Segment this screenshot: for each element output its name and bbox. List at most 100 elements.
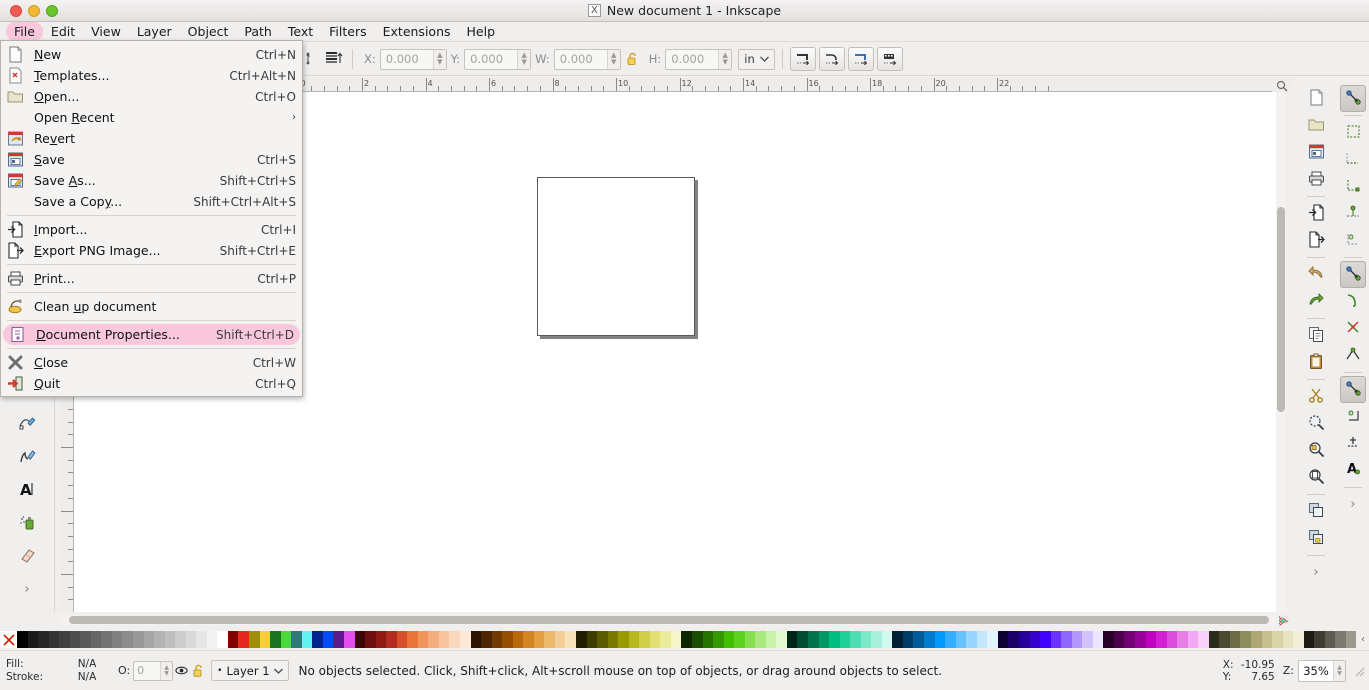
export-png-button[interactable] — [1303, 227, 1329, 254]
palette-swatch[interactable] — [386, 631, 397, 648]
palette-swatch[interactable] — [133, 631, 144, 648]
palette-swatch[interactable] — [227, 631, 239, 648]
snap-path-intersections-button[interactable] — [1340, 315, 1366, 342]
palette-prev-arrow[interactable]: ‹ — [1357, 631, 1369, 648]
palette-swatch[interactable] — [322, 631, 334, 648]
palette-swatch[interactable] — [797, 631, 809, 648]
palette-swatch[interactable] — [111, 631, 123, 648]
palette-swatch[interactable] — [607, 631, 619, 648]
menu-item-clean-up-document[interactable]: Clean up document — [1, 296, 302, 317]
palette-swatch[interactable] — [1092, 631, 1104, 648]
eye-icon[interactable] — [173, 660, 190, 682]
palette-swatch[interactable] — [407, 631, 418, 648]
menu-view[interactable]: View — [83, 22, 129, 41]
copy-button[interactable] — [1303, 322, 1329, 349]
snap-bounding-box-button[interactable] — [1340, 119, 1366, 146]
spray-tool[interactable] — [10, 507, 44, 540]
snap-bbox-centers-button[interactable] — [1340, 227, 1366, 254]
palette-swatch[interactable] — [502, 631, 513, 648]
vertical-scroll-thumb[interactable] — [1277, 207, 1285, 412]
palette-swatch[interactable] — [808, 631, 819, 648]
palette-swatch[interactable] — [850, 631, 861, 648]
palette-swatch[interactable] — [312, 631, 323, 648]
snap-object-centers-button[interactable] — [1340, 403, 1366, 430]
palette-swatch[interactable] — [122, 631, 134, 648]
palette-swatch[interactable] — [1145, 631, 1157, 648]
palette-swatch[interactable] — [1324, 631, 1336, 648]
palette-swatch[interactable] — [396, 631, 408, 648]
palette-swatch[interactable] — [343, 631, 355, 648]
palette-swatch[interactable] — [238, 631, 250, 648]
palette-swatch[interactable] — [185, 631, 197, 648]
palette-swatch[interactable] — [1166, 631, 1178, 648]
palette-swatch[interactable] — [966, 631, 977, 648]
palette-swatch[interactable] — [80, 631, 91, 648]
zoom-page-button[interactable] — [1303, 464, 1329, 491]
snap-others-button[interactable] — [1340, 376, 1366, 403]
palette-swatch[interactable] — [375, 631, 387, 648]
palette-swatch[interactable] — [734, 631, 745, 648]
palette-swatch[interactable] — [1282, 631, 1294, 648]
snap-page-border-button[interactable] — [1340, 430, 1366, 457]
palette-swatch[interactable] — [164, 631, 176, 648]
palette-swatch[interactable] — [196, 631, 207, 648]
menu-item-export-png-image[interactable]: Export PNG Image... Shift+Ctrl+E — [1, 240, 302, 261]
affect-rounded-corners-toggle[interactable] — [818, 47, 845, 71]
menu-help[interactable]: Help — [459, 22, 504, 41]
undo-button[interactable] — [1303, 261, 1329, 288]
cut-button[interactable] — [1303, 383, 1329, 410]
menu-item-quit[interactable]: Quit Ctrl+Q — [1, 373, 302, 394]
palette-swatch[interactable] — [1061, 631, 1072, 648]
horizontal-scroll-thumb[interactable] — [69, 616, 1269, 624]
palette-swatch[interactable] — [1303, 631, 1315, 648]
text-tool[interactable]: A — [10, 474, 44, 507]
palette-swatch[interactable] — [470, 631, 482, 648]
palette-swatch[interactable] — [1134, 631, 1146, 648]
palette-swatch[interactable] — [417, 631, 429, 648]
menu-item-import[interactable]: Import... Ctrl+I — [1, 219, 302, 240]
menu-extensions[interactable]: Extensions — [375, 22, 459, 41]
checkerboard-icon[interactable] — [1276, 614, 1292, 628]
palette-swatch[interactable] — [597, 631, 608, 648]
palette-swatch[interactable] — [765, 631, 777, 648]
palette-swatch[interactable] — [818, 631, 830, 648]
open-document-button[interactable] — [1303, 112, 1329, 139]
y-stepper[interactable]: ▲ ▼ — [517, 49, 531, 69]
menu-item-save[interactable]: Save Ctrl+S — [1, 149, 302, 170]
menu-item-print[interactable]: Print... Ctrl+P — [1, 268, 302, 289]
more-snap-options-button[interactable]: › — [1340, 491, 1366, 518]
palette-swatch[interactable] — [997, 631, 1009, 648]
menu-filters[interactable]: Filters — [321, 22, 374, 41]
palette-swatch[interactable] — [829, 631, 840, 648]
minimize-window-button[interactable] — [28, 5, 40, 17]
palette-swatch[interactable] — [1040, 631, 1051, 648]
w-field[interactable]: ▲▼ — [553, 48, 621, 70]
palette-swatch[interactable] — [249, 631, 260, 648]
palette-swatch[interactable] — [544, 631, 555, 648]
palette-swatch[interactable] — [554, 631, 566, 648]
palette-swatch[interactable] — [1082, 631, 1093, 648]
calligraphy-tool[interactable] — [10, 441, 44, 474]
snap-text-baseline-button[interactable]: A — [1340, 457, 1366, 484]
document-page[interactable] — [537, 177, 695, 336]
snap-nodes-paths-button[interactable] — [1340, 261, 1366, 288]
palette-swatch[interactable] — [1029, 631, 1041, 648]
palette-swatch[interactable] — [27, 631, 39, 648]
palette-swatch[interactable] — [1335, 631, 1346, 648]
menu-item-save-a-copy[interactable]: Save a Copy... Shift+Ctrl+Alt+S — [1, 191, 302, 212]
palette-swatch[interactable] — [354, 631, 366, 648]
h-stepper[interactable]: ▲ ▼ — [718, 49, 732, 69]
palette-swatch[interactable] — [1229, 631, 1241, 648]
palette-swatch[interactable] — [17, 631, 28, 648]
palette-swatch[interactable] — [143, 631, 155, 648]
palette-swatch[interactable] — [1008, 631, 1019, 648]
palette-swatch[interactable] — [744, 631, 756, 648]
palette-swatch[interactable] — [955, 631, 967, 648]
menu-object[interactable]: Object — [180, 22, 237, 41]
redo-button[interactable] — [1303, 288, 1329, 315]
palette-swatch[interactable] — [1219, 631, 1230, 648]
palette-swatch[interactable] — [618, 631, 629, 648]
palette-swatch[interactable] — [101, 631, 112, 648]
close-window-button[interactable] — [10, 5, 22, 17]
palette-swatch[interactable] — [976, 631, 988, 648]
